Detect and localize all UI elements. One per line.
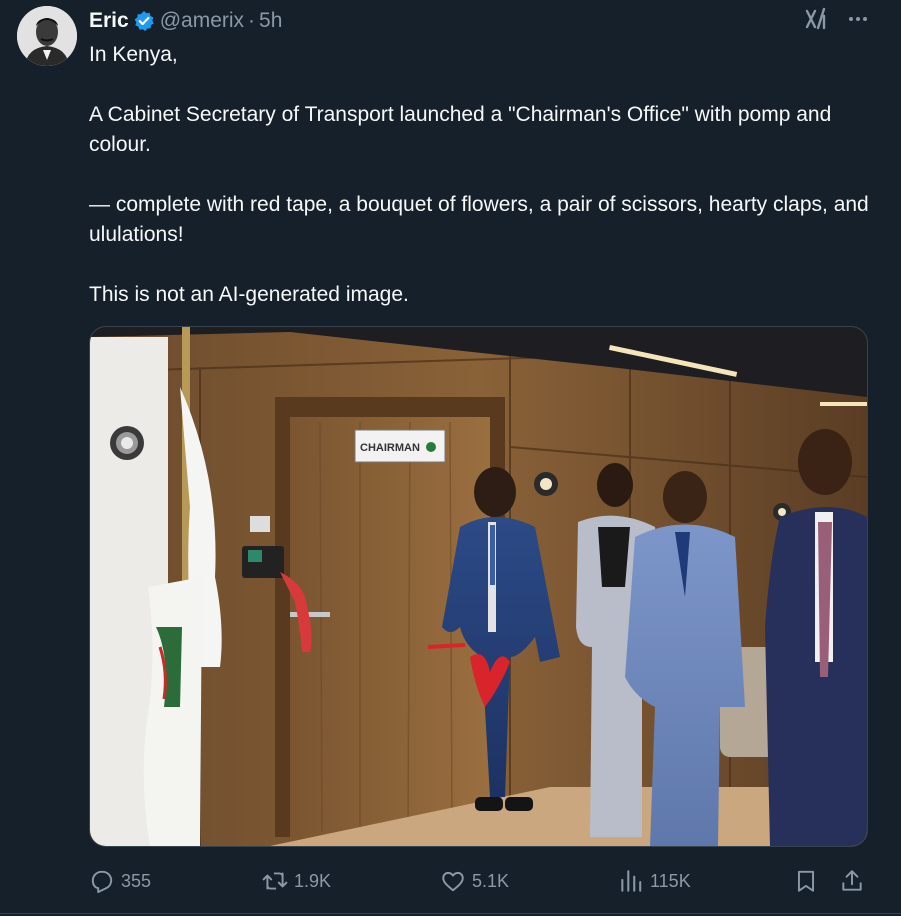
avatar-image [17,6,77,66]
reply-count: 355 [121,870,152,891]
separator-dot: · [248,9,256,32]
tweet-paragraph: In Kenya, [89,43,178,66]
tweet-timestamp[interactable]: 5h [259,9,282,33]
view-count: 115K [650,870,691,891]
tweet-media-photo[interactable]: CHAIRMAN [89,326,868,847]
bookmark-button[interactable] [793,864,819,898]
tweet-paragraph: — complete with red tape, a bouquet of f… [89,193,869,246]
like-button[interactable]: 5.1K [440,864,509,898]
grok-icon[interactable] [803,6,829,32]
tweet-paragraph: This is not an AI-generated image. [89,283,409,306]
tweet-paragraph: A Cabinet Secretary of Transport launche… [89,103,832,156]
share-button[interactable] [839,864,865,898]
tweet-top-actions [803,6,869,32]
reply-button[interactable]: 355 [89,864,151,898]
retweet-icon [262,872,288,890]
tweet-actions: 355 1.9K 5.1K 115K [89,864,867,898]
ribbon-cutting-photo: CHAIRMAN [90,327,867,846]
door-sign-text: CHAIRMAN [360,442,420,454]
tweet-text: In Kenya, A Cabinet Secretary of Transpo… [89,40,879,310]
tweet-divider [0,913,901,914]
author-handle[interactable]: @amerix [160,9,244,33]
author-name[interactable]: Eric [89,9,129,33]
views-icon [621,870,642,892]
share-icon [842,870,862,891]
tweet-header: Eric @amerix · 5h [89,8,282,34]
more-icon[interactable] [847,8,869,30]
views-button[interactable]: 115K [618,864,691,898]
like-count: 5.1K [472,870,510,891]
verified-badge-icon [133,10,155,32]
tweet[interactable]: Eric @amerix · 5h In Kenya, A Cabinet Se… [0,0,901,916]
reply-icon [91,870,113,894]
heart-icon [442,871,464,892]
avatar[interactable] [17,6,77,66]
retweet-button[interactable]: 1.9K [262,864,331,898]
bookmark-icon [797,870,815,892]
retweet-count: 1.9K [294,870,332,891]
